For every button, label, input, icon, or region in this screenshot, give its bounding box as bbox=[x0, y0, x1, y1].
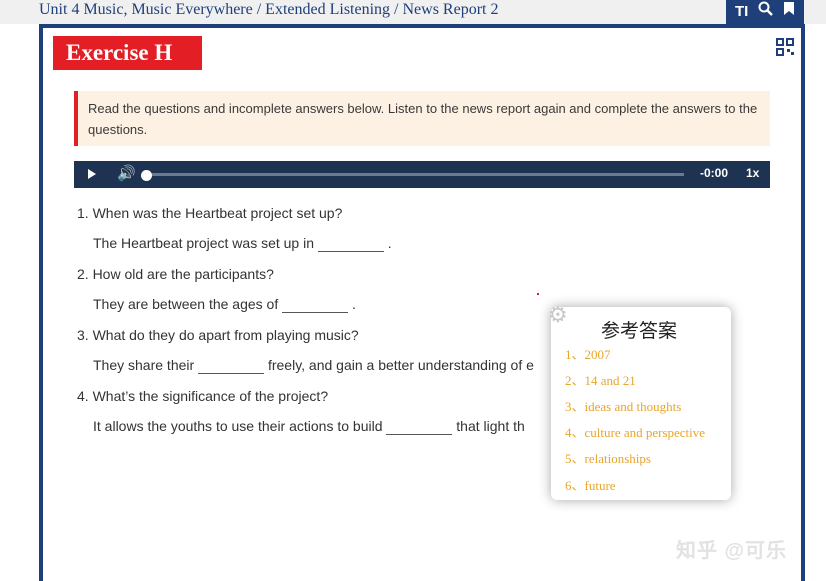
answer-line-2: They are between the ages of . bbox=[93, 296, 356, 313]
bookmark-icon[interactable] bbox=[783, 0, 795, 24]
progress-knob[interactable] bbox=[141, 170, 152, 181]
progress-track[interactable] bbox=[146, 173, 684, 176]
breadcrumb[interactable]: Unit 4 Music, Music Everywhere / Extende… bbox=[39, 1, 498, 19]
answer-item-5: 5、relationships bbox=[565, 451, 651, 466]
question-1: 1. When was the Heartbeat project set up… bbox=[77, 205, 343, 221]
blank-3[interactable] bbox=[198, 360, 265, 374]
question-2: 2. How old are the participants? bbox=[77, 266, 274, 282]
play-icon[interactable] bbox=[88, 169, 96, 179]
watermark: 知乎 @可乐 bbox=[676, 540, 788, 562]
answer-item-1: 1、2007 bbox=[565, 347, 611, 362]
answer-line-3: They share their freely, and gain a bett… bbox=[93, 357, 534, 374]
answer-item-2: 2、14 and 21 bbox=[565, 373, 636, 388]
blank-4[interactable] bbox=[386, 421, 453, 435]
answer-line-1: The Heartbeat project was set up in . bbox=[93, 235, 392, 252]
qr-code-icon[interactable] bbox=[776, 38, 794, 56]
toolbar: TI bbox=[726, 0, 804, 24]
answer-line-4: It allows the youths to use their action… bbox=[93, 418, 525, 435]
top-bar: Unit 4 Music, Music Everywhere / Extende… bbox=[0, 0, 826, 24]
instructions-box: Read the questions and incomplete answer… bbox=[74, 91, 770, 146]
answers-popup: ⚙ 参考答案 1、2007 2、14 and 21 3、ideas and th… bbox=[548, 302, 731, 500]
answer-item-6: 6、future bbox=[565, 478, 616, 493]
gear-icon[interactable]: ⚙ bbox=[548, 302, 568, 328]
answers-title: 参考答案 bbox=[601, 321, 678, 342]
blank-1[interactable] bbox=[317, 238, 384, 252]
search-icon[interactable] bbox=[758, 0, 774, 24]
red-dot bbox=[537, 293, 539, 295]
volume-icon[interactable]: 🔊 bbox=[117, 164, 136, 182]
question-4: 4. What’s the significance of the projec… bbox=[77, 388, 329, 404]
speed-button[interactable]: 1x bbox=[746, 166, 759, 180]
audio-player: 🔊 -0:00 1x bbox=[74, 161, 770, 188]
text-size-icon[interactable]: TI bbox=[735, 0, 748, 24]
answer-item-4: 4、culture and perspective bbox=[565, 425, 706, 440]
question-3: 3. What do they do apart from playing mu… bbox=[77, 327, 359, 343]
time-display: -0:00 bbox=[700, 166, 729, 180]
blank-2[interactable] bbox=[282, 299, 349, 313]
answer-item-3: 3、ideas and thoughts bbox=[565, 399, 682, 414]
exercise-title: Exercise H bbox=[53, 36, 202, 70]
